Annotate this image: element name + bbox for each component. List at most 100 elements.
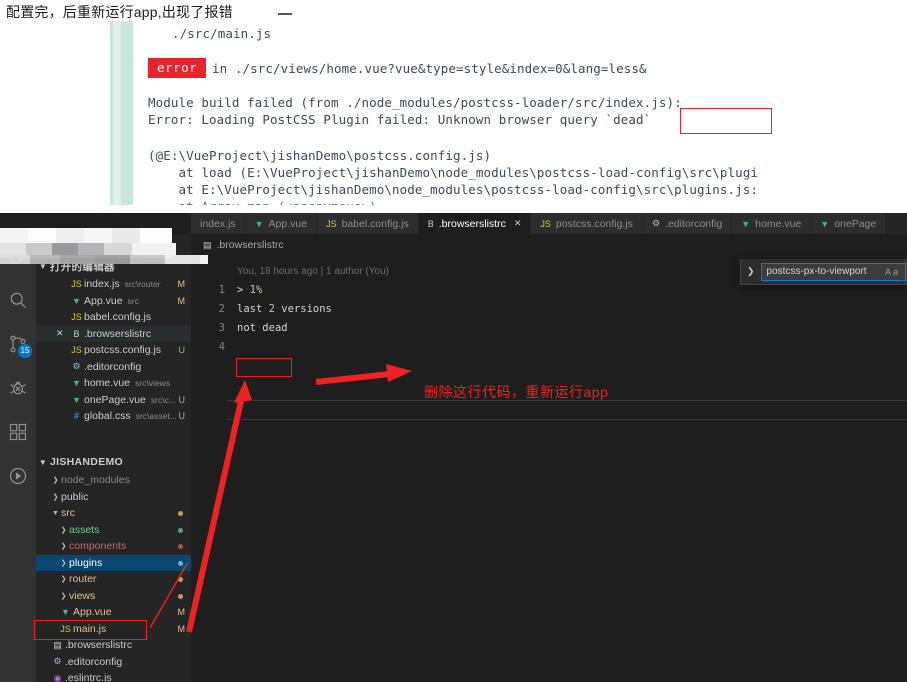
- line-number: 2: [218, 303, 225, 315]
- chevron-right-icon[interactable]: ❯: [50, 493, 61, 501]
- close-icon[interactable]: ✕: [56, 328, 64, 339]
- chevron-right-icon[interactable]: ❯: [58, 575, 69, 583]
- file-type-icon: JS: [71, 345, 82, 356]
- chevron-down-icon: ▼: [38, 457, 48, 467]
- tree-item-router[interactable]: ❯ router: [36, 571, 191, 588]
- file-type-icon: ▼: [72, 295, 81, 306]
- git-status-badge: M: [177, 607, 186, 618]
- folder-status-dot: [178, 577, 183, 582]
- activity-extensions-icon[interactable]: [0, 410, 36, 454]
- editor-tab--browserslistrc[interactable]: B .browserslistrc ✕: [418, 213, 532, 234]
- file-type-icon: JS: [326, 218, 337, 229]
- file-type-icon: ▼: [72, 378, 81, 389]
- tree-item-assets[interactable]: ❯ assets: [36, 522, 191, 539]
- git-status-badge: U: [178, 394, 186, 405]
- activity-bar: 15: [0, 234, 36, 682]
- tab-label: babel.config.js: [341, 217, 409, 230]
- current-line-border-bottom: [227, 419, 907, 420]
- editor-area: index.js ▼ App.vue JS babel.config.js B .brows…: [191, 213, 907, 682]
- tree-item-label: assets: [69, 523, 100, 536]
- project-header[interactable]: ▼ JISHANDEMO: [36, 452, 191, 472]
- dead-query-highlight-box: [680, 108, 772, 134]
- tree-item-views[interactable]: ❯ views: [36, 588, 191, 605]
- file-icon: ▤: [203, 239, 212, 250]
- open-editor-item[interactable]: ▼ App.vue src M: [36, 293, 191, 310]
- editor-tab-home-vue[interactable]: ▼ home.vue: [732, 213, 812, 234]
- file-type-icon: B: [427, 218, 434, 229]
- file-type-icon: #: [73, 411, 79, 422]
- editor-tab-index-js[interactable]: index.js: [191, 213, 246, 234]
- tree-item-label: src: [61, 507, 75, 520]
- open-editor-filename: babel.config.js: [84, 311, 152, 324]
- file-type-icon: ◉: [53, 672, 62, 682]
- tree-item-plugins[interactable]: ❯ plugins: [36, 554, 191, 571]
- open-editor-path: src\asset...: [135, 411, 177, 422]
- folder-status-dot: [178, 511, 183, 516]
- tab-label: home.vue: [755, 217, 802, 230]
- tree-item-public[interactable]: ❯ public: [36, 489, 191, 506]
- code-line[interactable]: [237, 341, 243, 353]
- tree-item--eslintrc-js[interactable]: ◉ .eslintrc.js: [36, 670, 191, 682]
- open-editor-filename: App.vue: [84, 294, 123, 307]
- tree-item-label: views: [69, 589, 96, 602]
- code-line[interactable]: last·2·versions: [237, 303, 332, 315]
- file-type-icon: ▼: [72, 394, 81, 405]
- editor-tab-babel-config-js[interactable]: JS babel.config.js: [317, 213, 419, 234]
- open-editor-item[interactable]: JS index.js src\router M: [36, 276, 191, 293]
- tree-item-label: App.vue: [73, 606, 112, 619]
- tree-item-node-modules[interactable]: ❯ node_modules: [36, 472, 191, 489]
- chevron-right-icon[interactable]: ❯: [58, 526, 69, 534]
- error-badge: error: [148, 58, 207, 78]
- editor-tab-app-vue[interactable]: ▼ App.vue: [245, 213, 318, 234]
- chevron-down-icon[interactable]: ▼: [50, 510, 61, 517]
- open-editor-item[interactable]: # global.css src\asset... U: [36, 408, 191, 425]
- folder-status-dot: [178, 527, 183, 533]
- open-editor-item[interactable]: JS babel.config.js: [36, 309, 191, 326]
- editor-tab-onepage[interactable]: ▼ onePage: [811, 213, 887, 234]
- error-line-in-file: in ./src/views/home.vue?vue&type=style&i…: [212, 61, 647, 76]
- open-editor-item[interactable]: ✕ B .browserslistrc: [36, 325, 191, 342]
- tree-item-src[interactable]: ▼ src: [36, 505, 191, 522]
- close-icon[interactable]: ✕: [514, 218, 522, 229]
- open-editor-filename: .browserslistrc: [84, 327, 152, 340]
- file-type-icon: ▼: [254, 218, 264, 229]
- code-line[interactable]: >·1%: [237, 284, 262, 296]
- open-editor-filename: onePage.vue: [84, 393, 146, 406]
- activity-search-icon[interactable]: [0, 278, 36, 322]
- chevron-right-icon[interactable]: ❯: [58, 559, 69, 567]
- editor-tab-postcss-config-js[interactable]: JS postcss.config.js: [531, 213, 643, 234]
- activity-run-icon[interactable]: [0, 454, 36, 498]
- editor-tab--editorconfig[interactable]: ⚙ .editorconfig: [642, 213, 733, 234]
- chevron-right-icon[interactable]: ❯: [58, 592, 69, 600]
- file-type-icon: ⚙: [53, 656, 62, 667]
- code-editor[interactable]: You, 18 hours ago | 1 author (You) 1 >·1%…: [191, 256, 907, 682]
- activity-source-control-icon[interactable]: 15: [0, 322, 36, 366]
- open-editor-item[interactable]: JS postcss.config.js U: [36, 342, 191, 359]
- breadcrumb[interactable]: ▤ .browserslistrc: [191, 234, 907, 256]
- code-line[interactable]: not·dead: [237, 322, 288, 334]
- activity-debug-icon[interactable]: [0, 366, 36, 410]
- tree-item-label: .browserslistrc: [65, 639, 133, 652]
- error-stack-line-1: at load (E:\VueProject\jishanDemo\node_m…: [148, 165, 759, 180]
- open-editor-item[interactable]: ▼ home.vue src\views: [36, 375, 191, 392]
- vscode-window: 15 资源管理器 ▼ 打开的编辑器 JSindex.js: [0, 213, 907, 682]
- not-dead-highlight-box: [236, 358, 292, 377]
- tree-item--editorconfig[interactable]: ⚙ .editorconfig: [36, 654, 191, 671]
- chevron-right-icon[interactable]: ❯: [58, 542, 69, 550]
- open-editor-item[interactable]: ⚙ .editorconfig: [36, 359, 191, 376]
- file-type-icon: JS: [540, 218, 551, 229]
- tree-item-label: components: [69, 540, 127, 553]
- explorer-sidebar: 资源管理器 ▼ 打开的编辑器 JSindex.jssrc\routerM▼App…: [36, 234, 191, 682]
- open-editor-item[interactable]: ▼ onePage.vue src\c... U: [36, 392, 191, 409]
- tree-item-label: plugins: [69, 556, 103, 569]
- dash-decoration: [278, 13, 292, 15]
- tree-item-components[interactable]: ❯ components: [36, 538, 191, 555]
- clip-fade: [0, 205, 907, 213]
- line-number: 4: [218, 341, 225, 353]
- open-editor-path: src\router: [124, 279, 161, 290]
- file-type-icon: ▼: [820, 218, 830, 229]
- file-type-icon: JS: [71, 279, 82, 290]
- chevron-right-icon[interactable]: ❯: [50, 476, 61, 484]
- tree-item-app-vue[interactable]: ▼ App.vue M: [36, 604, 191, 621]
- tab-label: onePage: [834, 217, 877, 230]
